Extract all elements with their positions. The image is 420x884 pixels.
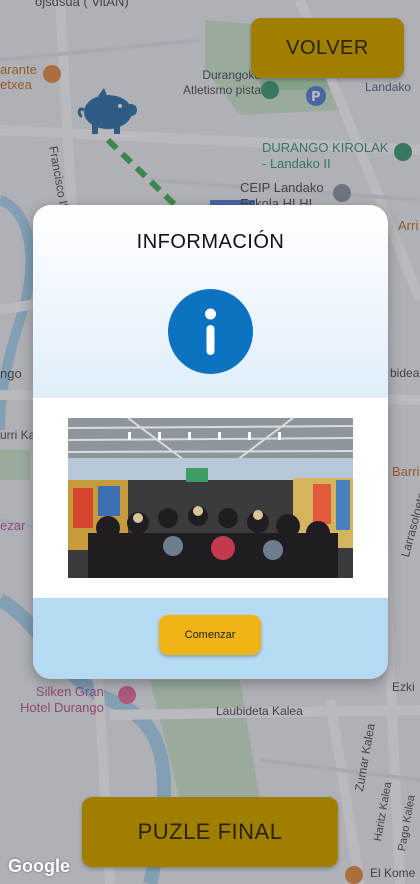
- info-modal: INFORMACIÓN Comenzar: [33, 205, 388, 679]
- modal-title: INFORMACIÓN: [136, 231, 285, 253]
- back-button[interactable]: VOLVER: [251, 18, 404, 78]
- modal-footer: Comenzar: [33, 598, 388, 679]
- modal-body: [33, 398, 388, 598]
- final-puzzle-button[interactable]: PUZLE FINAL: [82, 797, 338, 867]
- google-attribution: Google: [8, 856, 70, 876]
- event-hall-photo: [68, 418, 353, 578]
- start-button[interactable]: Comenzar: [159, 615, 261, 655]
- modal-header: INFORMACIÓN: [33, 205, 388, 398]
- info-icon: [168, 289, 253, 374]
